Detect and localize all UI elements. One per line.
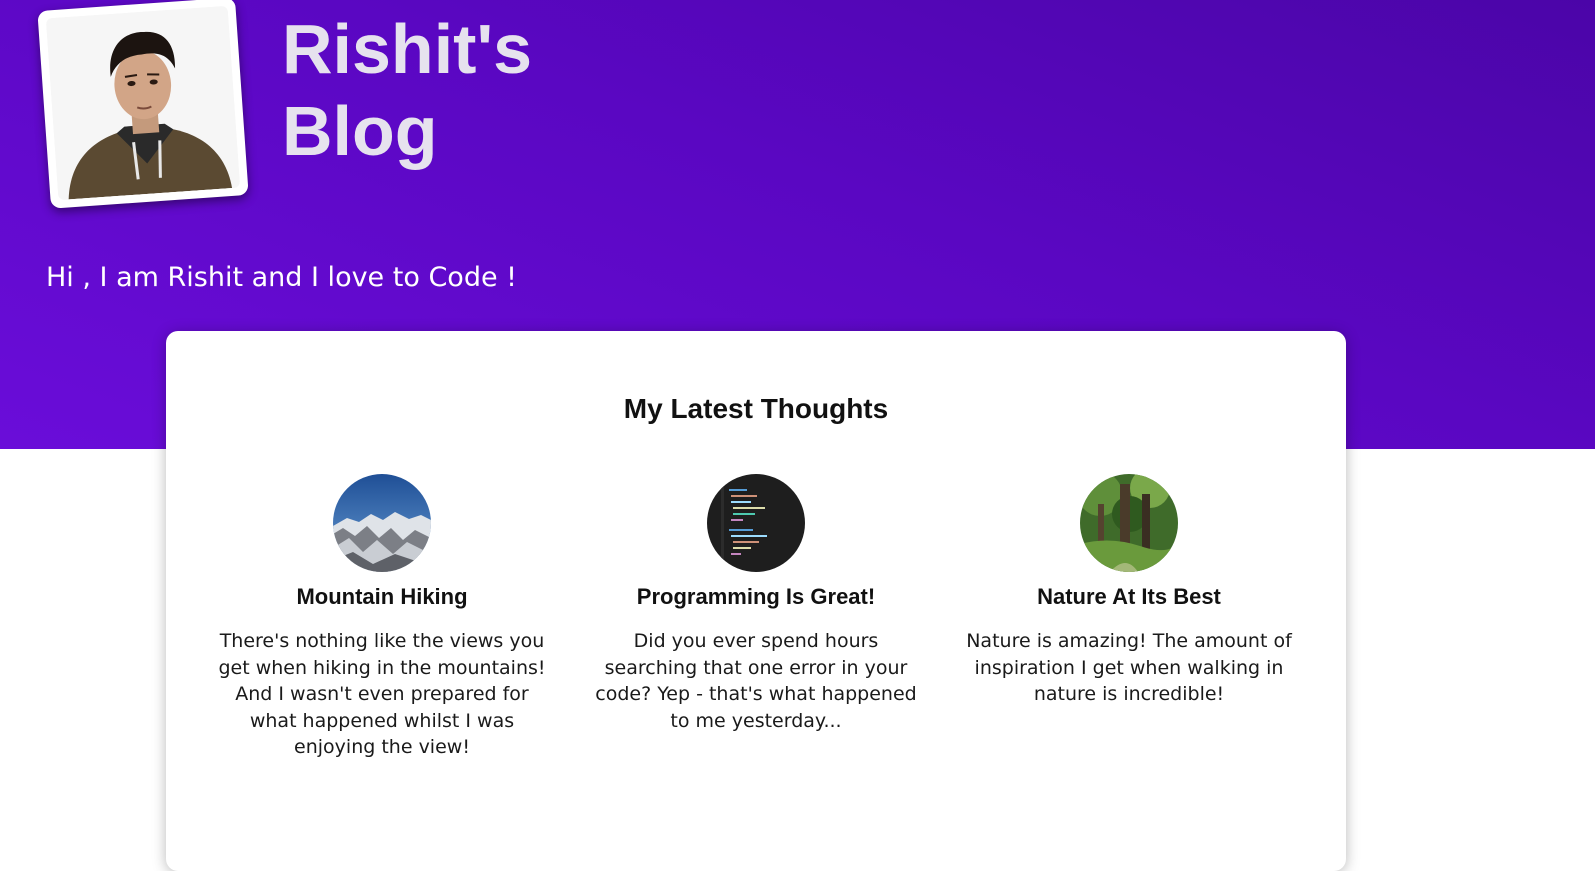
code-editor-icon — [707, 474, 805, 572]
latest-thoughts-card: My Latest Thoughts Mountain Hiking There… — [166, 331, 1346, 871]
post-excerpt: Did you ever spend hours searching that … — [595, 630, 917, 732]
mountain-image — [333, 474, 431, 572]
code-editor-image — [707, 474, 805, 572]
section-heading: My Latest Thoughts — [623, 393, 889, 424]
post-title[interactable]: Programming Is Great! — [586, 584, 926, 610]
forest-icon — [1080, 474, 1178, 572]
post-title[interactable]: Mountain Hiking — [212, 584, 552, 610]
post-excerpt: There's nothing like the views you get w… — [218, 630, 546, 758]
post-card: Nature At Its Best Nature is amazing! Th… — [959, 474, 1299, 708]
tagline: Hi , I am Rishit and I love to Code ! — [46, 262, 517, 293]
profile-photo — [45, 5, 241, 201]
mountain-icon — [333, 474, 431, 572]
person-photo-icon — [45, 5, 241, 201]
blog-title: Rishit's Blog — [282, 10, 533, 170]
post-card: Mountain Hiking There's nothing like the… — [212, 474, 552, 761]
post-card: Programming Is Great! Did you ever spend… — [586, 474, 926, 734]
forest-image — [1080, 474, 1178, 572]
post-title[interactable]: Nature At Its Best — [959, 584, 1299, 610]
avatar — [37, 0, 249, 209]
post-excerpt: Nature is amazing! The amount of inspira… — [966, 630, 1292, 705]
